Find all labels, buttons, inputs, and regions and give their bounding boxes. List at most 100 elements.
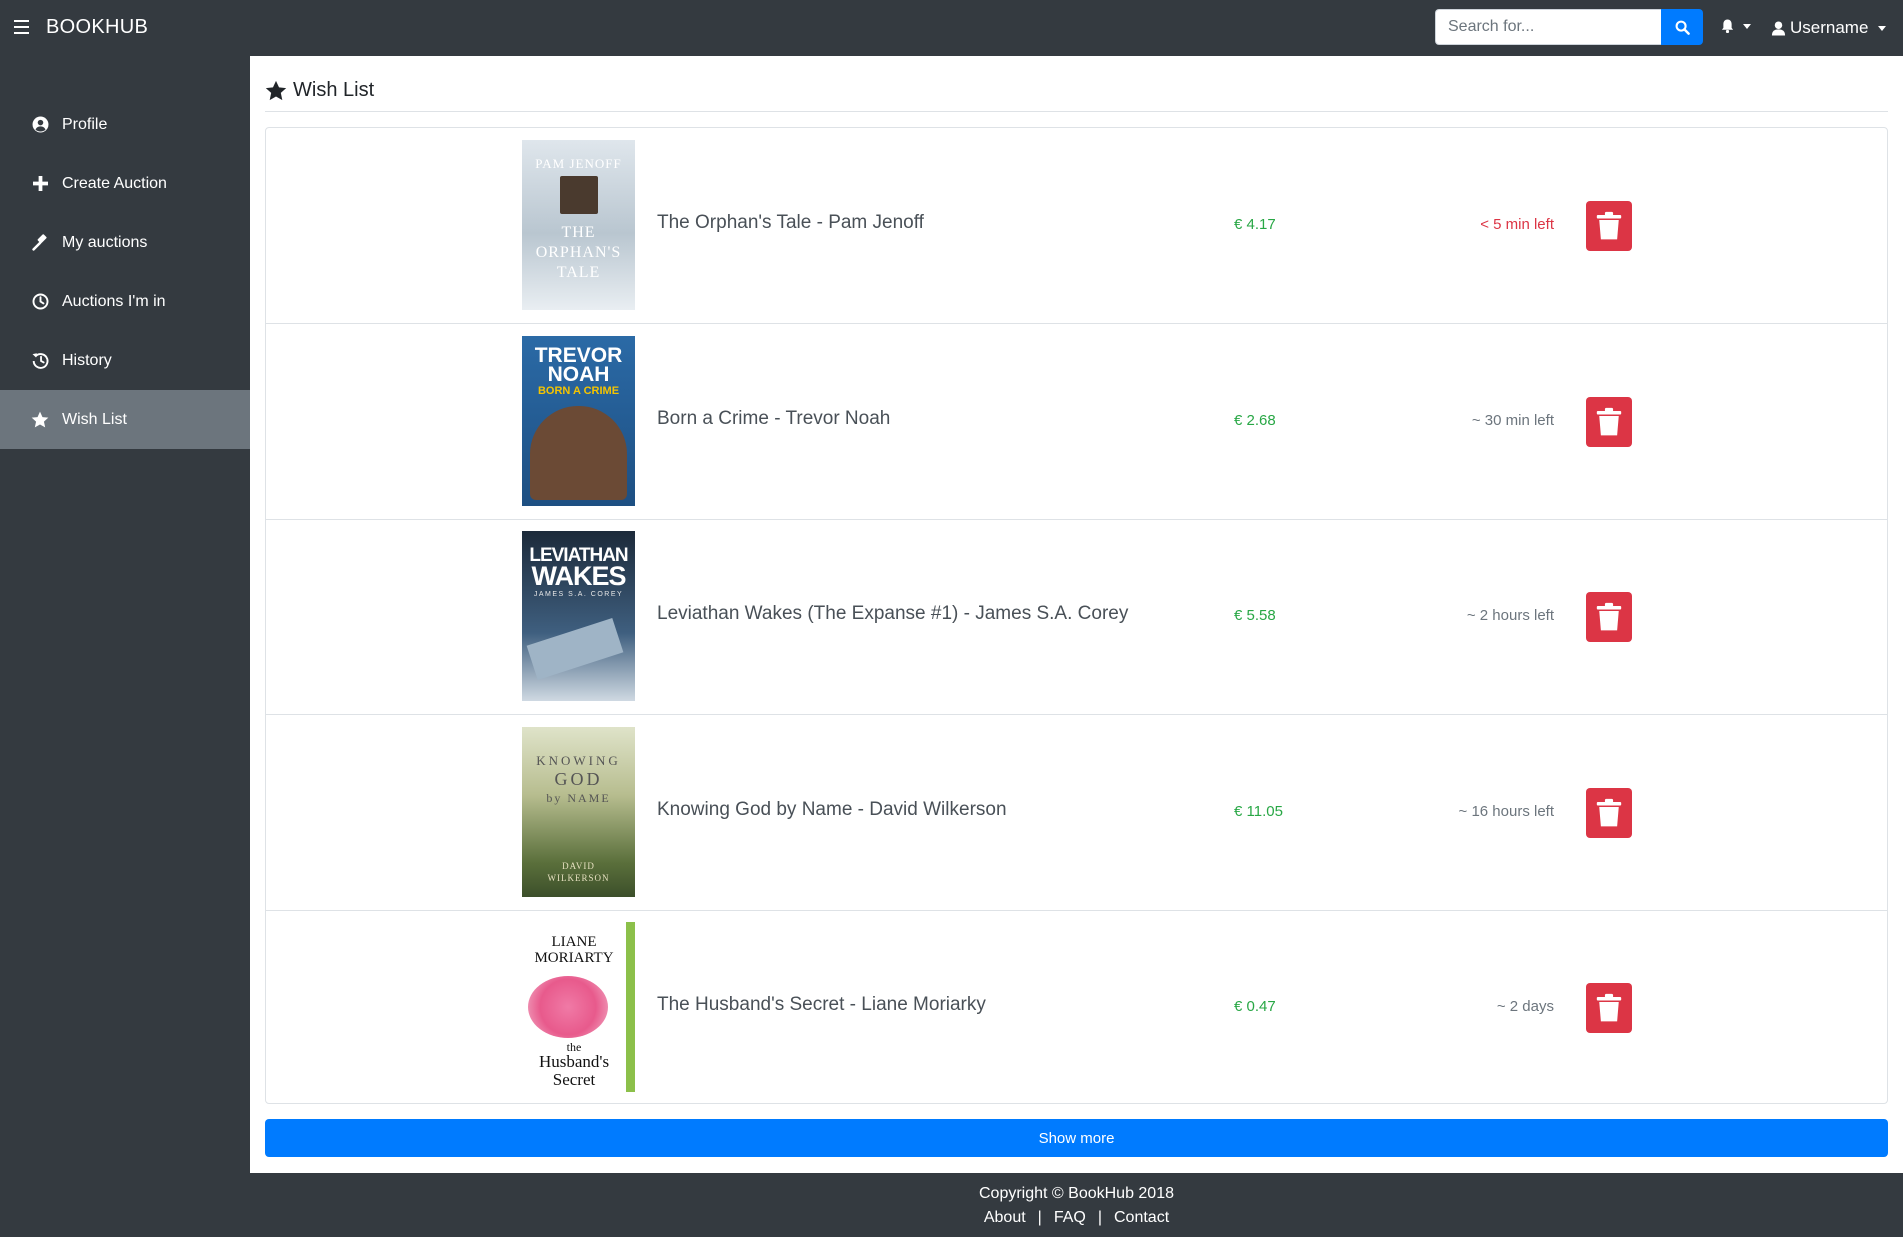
menu-toggle-icon[interactable] <box>14 20 29 34</box>
username-label: Username <box>1790 18 1869 37</box>
trash-icon <box>1596 993 1622 1022</box>
time-left: ~ 2 days <box>1496 998 1554 1015</box>
cover-flower-image <box>528 976 608 1038</box>
cover-text: BORN A CRIME <box>537 385 620 397</box>
time-left: ~ 2 hours left <box>1466 607 1554 624</box>
sidebar-item-create-auction[interactable]: Create Auction <box>0 154 250 213</box>
bell-icon <box>1721 19 1734 34</box>
sidebar-item-label: History <box>62 351 112 369</box>
cover-text: THE <box>561 224 596 241</box>
page-title: Wish List <box>293 79 375 101</box>
clock-icon <box>31 293 49 311</box>
plus-icon <box>31 175 49 193</box>
cover-train-image <box>560 176 598 214</box>
cover-text: WILKERSON <box>547 873 610 883</box>
brand-logo[interactable]: BOOKHUB <box>46 16 148 39</box>
gavel-icon <box>31 234 49 252</box>
delete-button[interactable] <box>1586 397 1632 447</box>
main-content: Wish List PAM JENOFF THE ORPHAN'S TALE T… <box>250 56 1903 1173</box>
delete-button[interactable] <box>1586 788 1632 838</box>
cover-text: PAM JENOFF <box>535 156 622 171</box>
footer-link-faq[interactable]: FAQ <box>1054 1209 1086 1227</box>
cover-text: JAMES S.A. COREY <box>533 591 624 598</box>
trash-icon <box>1596 211 1622 240</box>
user-dropdown[interactable]: Username <box>1771 18 1887 38</box>
search-icon <box>1675 20 1690 35</box>
footer-link-about[interactable]: About <box>984 1209 1026 1227</box>
cover-text: MORIARTY <box>534 950 614 966</box>
sidebar-item-auctions-im-in[interactable]: Auctions I'm in <box>0 272 250 331</box>
page-header: Wish List <box>265 76 1888 112</box>
list-item: PAM JENOFF THE ORPHAN'S TALE The Orphan'… <box>266 128 1887 324</box>
delete-button[interactable] <box>1586 201 1632 251</box>
time-left: ~ 30 min left <box>1471 412 1554 429</box>
top-navbar: BOOKHUB Username <box>0 0 1903 56</box>
cover-text: by NAME <box>546 791 611 805</box>
sidebar-item-my-auctions[interactable]: My auctions <box>0 213 250 272</box>
star-icon <box>265 80 287 101</box>
chevron-down-icon <box>1743 23 1751 29</box>
sidebar-item-history[interactable]: History <box>0 331 250 390</box>
cover-text: LIANE <box>551 934 597 950</box>
sidebar-item-label: Wish List <box>62 410 127 428</box>
search-input[interactable] <box>1435 9 1661 45</box>
copyright-text: Copyright © BookHub 2018 <box>978 1185 1174 1202</box>
sidebar-item-label: Auctions I'm in <box>62 292 166 310</box>
trash-icon <box>1596 407 1622 436</box>
wishlist: PAM JENOFF THE ORPHAN'S TALE The Orphan'… <box>265 127 1888 1104</box>
sidebar-item-label: Profile <box>62 115 108 133</box>
cover-photo <box>530 406 627 500</box>
list-item: LIANE MORIARTY the Husband's Secret The … <box>266 910 1887 1105</box>
cover-spaceship-image <box>526 617 624 681</box>
delete-button[interactable] <box>1586 592 1632 642</box>
cover-text: DAVID <box>562 861 595 871</box>
trash-icon <box>1596 798 1622 827</box>
search-button[interactable] <box>1661 9 1703 45</box>
book-cover[interactable]: PAM JENOFF THE ORPHAN'S TALE <box>522 140 635 310</box>
cover-text: Secret <box>552 1070 596 1089</box>
sidebar-item-label: Create Auction <box>62 174 167 192</box>
cover-spine <box>626 922 635 1092</box>
book-price: € 11.05 <box>1234 803 1283 820</box>
book-cover[interactable]: TREVOR NOAH BORN A CRIME <box>522 336 635 506</box>
user-circle-icon <box>31 116 49 134</box>
book-price: € 2.68 <box>1234 412 1276 429</box>
sidebar-item-label: My auctions <box>62 233 148 251</box>
list-item: KNOWING GOD by NAME DAVID WILKERSON Know… <box>266 715 1887 911</box>
book-price: € 0.47 <box>1234 998 1276 1015</box>
trash-icon <box>1596 602 1622 631</box>
sidebar-item-profile[interactable]: Profile <box>0 95 250 154</box>
show-more-button[interactable]: Show more <box>265 1119 1888 1157</box>
book-title[interactable]: The Husband's Secret - Liane Moriarky <box>657 994 986 1016</box>
time-left: < 5 min left <box>1480 216 1554 233</box>
time-left: ~ 16 hours left <box>1458 803 1554 820</box>
book-title[interactable]: Knowing God by Name - David Wilkerson <box>657 799 1007 821</box>
cover-text: GOD <box>554 769 603 789</box>
book-title[interactable]: Leviathan Wakes (The Expanse #1) - James… <box>657 603 1128 625</box>
footer-link-contact[interactable]: Contact <box>1114 1209 1169 1227</box>
book-cover[interactable]: LEVIATHAN WAKES JAMES S.A. COREY <box>522 531 635 701</box>
cover-text: Husband's <box>538 1052 610 1071</box>
sidebar: Profile Create Auction My auctions Aucti… <box>0 56 250 1173</box>
delete-button[interactable] <box>1586 983 1632 1033</box>
book-price: € 4.17 <box>1234 216 1276 233</box>
notifications-dropdown[interactable] <box>1720 18 1751 34</box>
cover-text: TALE <box>556 264 601 281</box>
list-item: TREVOR NOAH BORN A CRIME Born a Crime - … <box>266 324 1887 520</box>
cover-text: KNOWING <box>536 753 621 768</box>
cover-text: WAKES <box>531 561 626 591</box>
history-icon <box>31 352 49 370</box>
footer: Copyright © BookHub 2018 About | FAQ | C… <box>250 1173 1903 1237</box>
book-title[interactable]: Born a Crime - Trevor Noah <box>657 408 890 430</box>
cover-text: ORPHAN'S <box>535 244 622 261</box>
cover-text: NOAH <box>547 363 610 386</box>
user-icon <box>1771 21 1786 36</box>
sidebar-item-wish-list[interactable]: Wish List <box>0 390 250 449</box>
footer-separator: | <box>1037 1209 1042 1226</box>
chevron-down-icon <box>1878 25 1887 31</box>
book-title[interactable]: The Orphan's Tale - Pam Jenoff <box>657 212 924 234</box>
book-cover[interactable]: LIANE MORIARTY the Husband's Secret <box>522 922 635 1092</box>
footer-separator: | <box>1097 1209 1102 1226</box>
footer-links: About | FAQ | Contact <box>250 1209 1903 1227</box>
book-cover[interactable]: KNOWING GOD by NAME DAVID WILKERSON <box>522 727 635 897</box>
